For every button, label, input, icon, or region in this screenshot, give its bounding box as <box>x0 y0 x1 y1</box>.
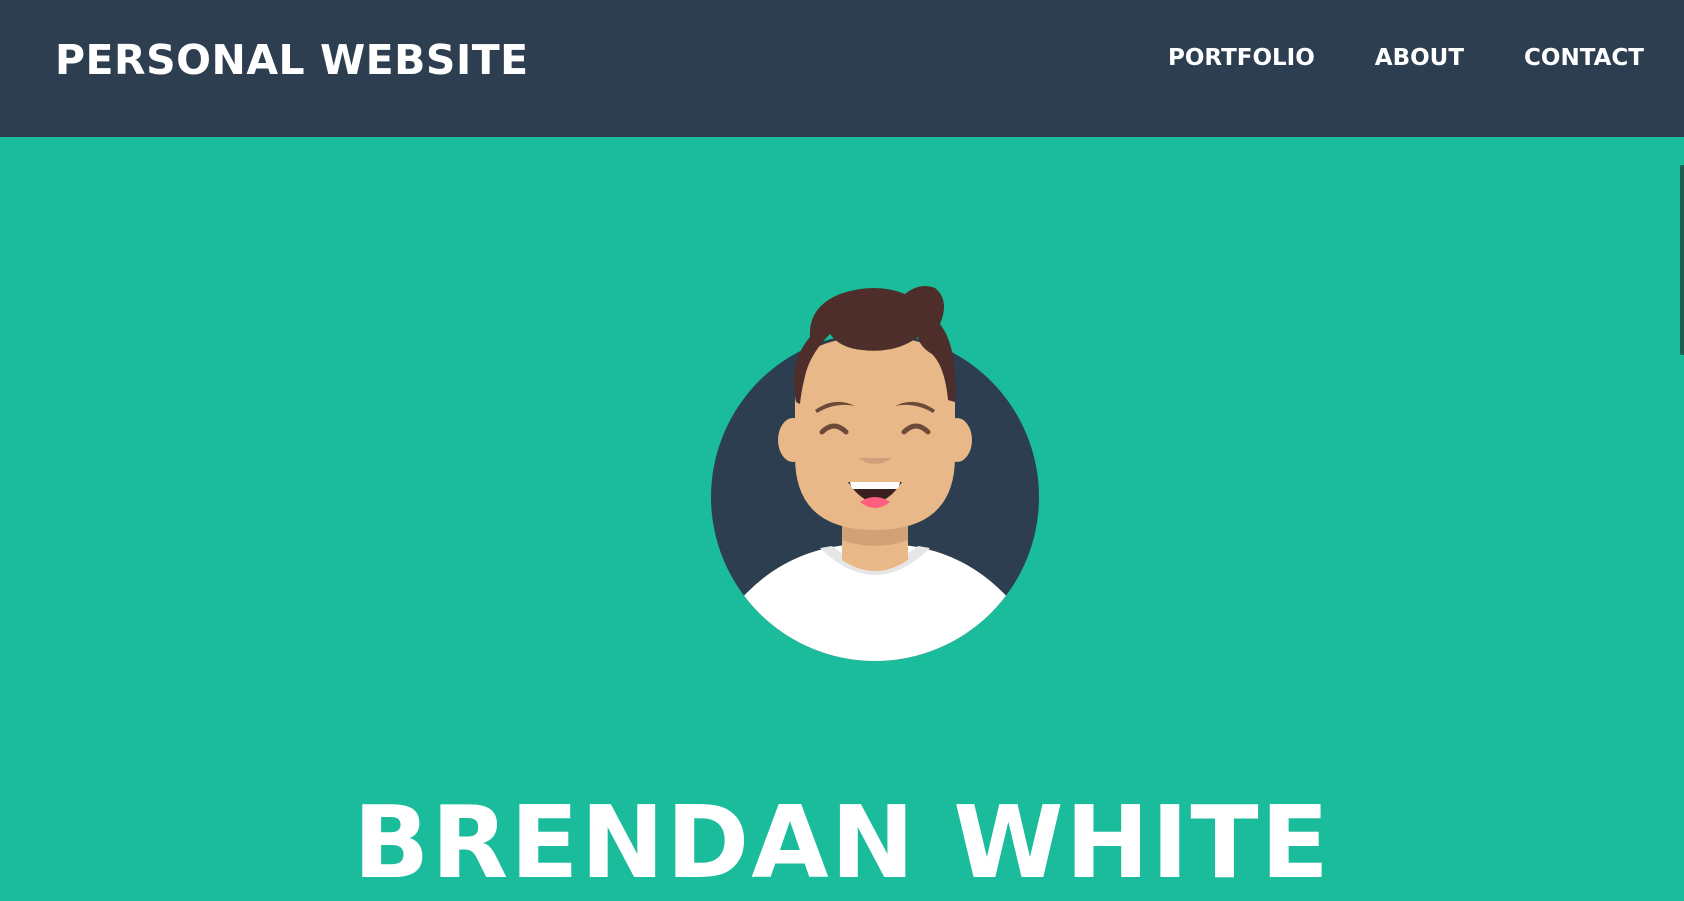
scrollbar-edge[interactable] <box>1680 165 1684 355</box>
nav-link-portfolio[interactable]: PORTFOLIO <box>1148 43 1335 73</box>
avatar-teeth <box>850 482 900 489</box>
navbar: PERSONAL WEBSITE PORTFOLIO ABOUT CONTACT <box>0 0 1684 137</box>
nav-links: PORTFOLIO ABOUT CONTACT <box>1128 43 1664 73</box>
nav-link-about[interactable]: ABOUT <box>1355 43 1484 73</box>
avatar-illustration <box>711 286 1039 661</box>
site-brand-link[interactable]: PERSONAL WEBSITE <box>55 36 529 84</box>
nav-link-contact[interactable]: CONTACT <box>1504 43 1664 73</box>
hero-name: BRENDAN WHITE <box>353 784 1331 901</box>
